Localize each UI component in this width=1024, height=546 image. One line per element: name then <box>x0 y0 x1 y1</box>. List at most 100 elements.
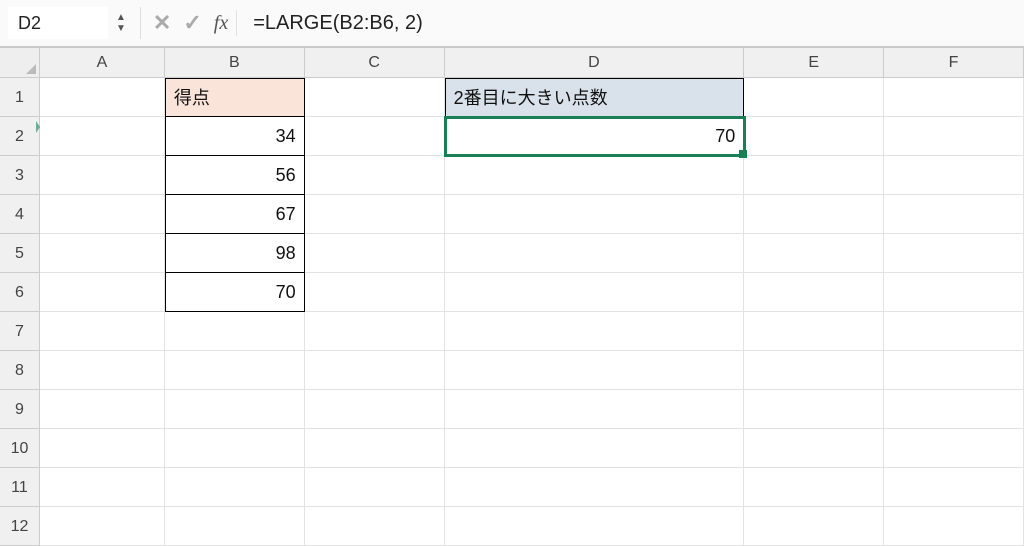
col-header-A[interactable]: A <box>40 48 165 78</box>
cell-D10[interactable] <box>445 429 745 468</box>
col-header-C[interactable]: C <box>305 48 445 78</box>
cell-D9[interactable] <box>445 390 745 429</box>
row-header-4[interactable]: 4 <box>0 195 40 234</box>
cell-C6[interactable] <box>305 273 445 312</box>
row-header-7[interactable]: 7 <box>0 312 40 351</box>
cell-C8[interactable] <box>305 351 445 390</box>
row-header-5[interactable]: 5 <box>0 234 40 273</box>
cell-A7[interactable] <box>40 312 165 351</box>
cell-F11[interactable] <box>884 468 1024 507</box>
cell-A3[interactable] <box>40 156 165 195</box>
cell-E9[interactable] <box>744 390 884 429</box>
cell-C9[interactable] <box>305 390 445 429</box>
cell-D4[interactable] <box>445 195 745 234</box>
cell-C5[interactable] <box>305 234 445 273</box>
cell-F9[interactable] <box>884 390 1024 429</box>
cell-C10[interactable] <box>305 429 445 468</box>
cell-E2[interactable] <box>744 117 884 156</box>
cell-A11[interactable] <box>40 468 165 507</box>
cell-A2[interactable] <box>40 117 165 156</box>
cell-A4[interactable] <box>40 195 165 234</box>
cell-A1[interactable] <box>40 78 165 117</box>
row-header-10[interactable]: 10 <box>0 429 40 468</box>
cell-B7[interactable] <box>165 312 305 351</box>
cell-D1[interactable]: 2番目に大きい点数 <box>445 78 745 117</box>
cell-F12[interactable] <box>884 507 1024 546</box>
cell-D6[interactable] <box>445 273 745 312</box>
cell-D3[interactable] <box>445 156 745 195</box>
cell-B1[interactable]: 得点 <box>165 78 305 117</box>
cell-B8[interactable] <box>165 351 305 390</box>
row-header-11[interactable]: 11 <box>0 468 40 507</box>
cell-F2[interactable] <box>884 117 1024 156</box>
cell-A10[interactable] <box>40 429 165 468</box>
cell-E12[interactable] <box>744 507 884 546</box>
formula-input[interactable] <box>245 7 1016 39</box>
cell-C1[interactable] <box>305 78 445 117</box>
cell-F8[interactable] <box>884 351 1024 390</box>
cell-B9[interactable] <box>165 390 305 429</box>
cell-A12[interactable] <box>40 507 165 546</box>
col-header-B[interactable]: B <box>165 48 305 78</box>
cell-D7[interactable] <box>445 312 745 351</box>
cell-C4[interactable] <box>305 195 445 234</box>
row-header-6[interactable]: 6 <box>0 273 40 312</box>
cell-C7[interactable] <box>305 312 445 351</box>
cell-F7[interactable] <box>884 312 1024 351</box>
cell-F10[interactable] <box>884 429 1024 468</box>
col-header-D[interactable]: D <box>445 48 745 78</box>
col-header-F[interactable]: F <box>884 48 1024 78</box>
cell-F6[interactable] <box>884 273 1024 312</box>
cell-D5[interactable] <box>445 234 745 273</box>
fx-icon[interactable]: fx <box>214 12 228 35</box>
cancel-icon[interactable]: ✕ <box>153 10 171 36</box>
cell-C2[interactable] <box>305 117 445 156</box>
chevron-up-icon[interactable]: ▲ <box>116 13 126 23</box>
cell-F4[interactable] <box>884 195 1024 234</box>
name-box[interactable]: D2 <box>8 7 108 39</box>
cell-C3[interactable] <box>305 156 445 195</box>
row-header-8[interactable]: 8 <box>0 351 40 390</box>
cell-D12[interactable] <box>445 507 745 546</box>
name-box-spinner[interactable]: ▲ ▼ <box>112 13 130 34</box>
cell-E7[interactable] <box>744 312 884 351</box>
select-all-corner[interactable] <box>0 48 40 78</box>
row-header-1[interactable]: 1 <box>0 78 40 117</box>
cell-B5[interactable]: 98 <box>165 234 305 273</box>
cell-A8[interactable] <box>40 351 165 390</box>
cell-A9[interactable] <box>40 390 165 429</box>
cell-F1[interactable] <box>884 78 1024 117</box>
cell-B11[interactable] <box>165 468 305 507</box>
cell-E4[interactable] <box>744 195 884 234</box>
cell-D8[interactable] <box>445 351 745 390</box>
cell-E10[interactable] <box>744 429 884 468</box>
cell-D2[interactable]: 70 <box>445 117 745 156</box>
cell-D11[interactable] <box>445 468 745 507</box>
cell-E1[interactable] <box>744 78 884 117</box>
confirm-icon[interactable]: ✓ <box>183 10 201 36</box>
cell-B3[interactable]: 56 <box>165 156 305 195</box>
cell-E6[interactable] <box>744 273 884 312</box>
cell-B12[interactable] <box>165 507 305 546</box>
row-header-9[interactable]: 9 <box>0 390 40 429</box>
cell-B10[interactable] <box>165 429 305 468</box>
row-header-3[interactable]: 3 <box>0 156 40 195</box>
row-header-2[interactable]: 2 <box>0 117 40 156</box>
cell-F5[interactable] <box>884 234 1024 273</box>
cell-C11[interactable] <box>305 468 445 507</box>
cell-E11[interactable] <box>744 468 884 507</box>
col-header-E[interactable]: E <box>744 48 884 78</box>
cell-E3[interactable] <box>744 156 884 195</box>
chevron-down-icon[interactable]: ▼ <box>116 24 126 34</box>
spreadsheet-grid[interactable]: A B C D E F 1 得点 2番目に大きい点数 2 34 70 <box>0 48 1024 546</box>
row-header-12[interactable]: 12 <box>0 507 40 546</box>
cell-A6[interactable] <box>40 273 165 312</box>
cell-C12[interactable] <box>305 507 445 546</box>
cell-A5[interactable] <box>40 234 165 273</box>
cell-E8[interactable] <box>744 351 884 390</box>
cell-F3[interactable] <box>884 156 1024 195</box>
cell-B6[interactable]: 70 <box>165 273 305 312</box>
cell-B2[interactable]: 34 <box>165 117 305 156</box>
cell-B4[interactable]: 67 <box>165 195 305 234</box>
cell-E5[interactable] <box>744 234 884 273</box>
